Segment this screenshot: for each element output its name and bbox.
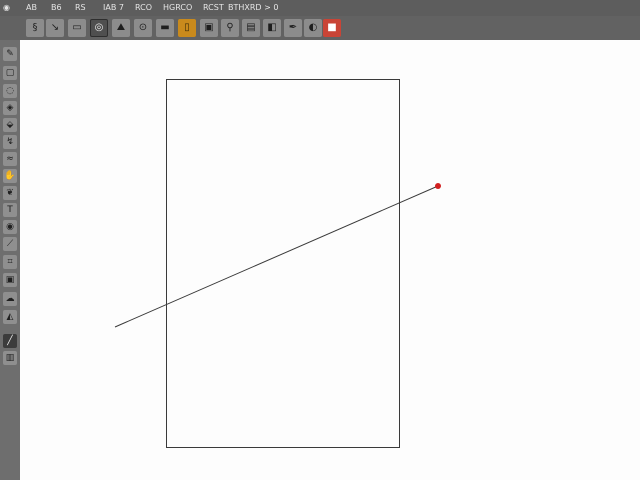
menu-bar: ◉ AB B6 RS IAB 7 RCO HGRCO RCST BTHXRD >…: [0, 0, 640, 16]
image-icon: ⛰: [116, 22, 126, 33]
circle-point-icon: ⊙: [138, 22, 148, 33]
square-select-button[interactable]: ▢: [3, 66, 17, 80]
drawing-canvas[interactable]: [20, 40, 640, 480]
hand-button[interactable]: ✋: [3, 169, 17, 183]
hand-icon: ✋: [4, 170, 16, 181]
pencil-button[interactable]: ✎: [3, 47, 17, 61]
square-select-icon: ▢: [5, 67, 15, 78]
spiral-icon: §: [32, 22, 38, 33]
drop-icon: ❦: [6, 187, 14, 198]
menu-item-7[interactable]: RCST: [203, 4, 224, 12]
spiral-button[interactable]: §: [26, 19, 44, 37]
crop-button[interactable]: ⌗: [3, 255, 17, 269]
frame-tool-icon: ▣: [5, 274, 15, 285]
page-icon: ▭: [72, 22, 82, 33]
node-icon: ◉: [6, 221, 14, 232]
line-button[interactable]: ▬: [156, 19, 174, 37]
cloud-icon: ☁: [5, 293, 15, 304]
frame-icon: ▯: [184, 22, 190, 33]
stop-button[interactable]: ■: [323, 19, 341, 37]
menu-item-3[interactable]: RS: [75, 4, 86, 12]
drawn-line[interactable]: [114, 185, 439, 328]
arrow-tool-button[interactable]: ↘: [46, 19, 64, 37]
arrow-tool-icon: ↘: [50, 22, 60, 33]
knife-icon: ⟋: [6, 238, 14, 249]
page-rectangle[interactable]: [166, 79, 400, 448]
frame-tool-button[interactable]: ▣: [3, 273, 17, 287]
capture-button[interactable]: ◐: [304, 19, 322, 37]
curve-icon: ↯: [6, 136, 14, 147]
line-tool-icon: ╱: [7, 335, 13, 346]
stack-icon: ◧: [267, 22, 277, 33]
frame-button[interactable]: ▯: [178, 19, 196, 37]
eraser-icon: ◈: [6, 102, 14, 113]
paper-icon: ▥: [5, 352, 15, 363]
pen-tool-button[interactable]: ✒: [284, 19, 302, 37]
menu-item-1[interactable]: AB: [26, 4, 37, 12]
pen-tool-icon: ✒: [288, 22, 298, 33]
drop-button[interactable]: ❦: [3, 186, 17, 200]
menu-item-5[interactable]: RCO: [135, 4, 152, 12]
link-button[interactable]: ⚲: [221, 19, 239, 37]
gradient-icon: ◭: [6, 311, 14, 322]
node-button[interactable]: ◉: [3, 220, 17, 234]
text-button[interactable]: T: [3, 203, 17, 217]
canvas-drawing: [114, 79, 441, 448]
menu-item-4[interactable]: IAB 7: [103, 4, 124, 12]
line-endpoint-handle[interactable]: [435, 183, 441, 189]
folder-icon: ▣: [204, 22, 214, 33]
stack-button[interactable]: ◧: [263, 19, 281, 37]
document-icon: ▤: [246, 22, 256, 33]
line-icon: ▬: [160, 22, 170, 33]
toolbar: § ↘ ▭ ◎ ⛰ ⊙ ▬ ▯ ▣ ⚲ ▤ ◧ ✒ ◐ ■: [0, 16, 640, 40]
target-button[interactable]: ◎: [90, 19, 108, 37]
bucket-button[interactable]: ⬙: [3, 118, 17, 132]
circle-point-button[interactable]: ⊙: [134, 19, 152, 37]
page-button[interactable]: ▭: [68, 19, 86, 37]
menu-item-8[interactable]: BTHXRD > 0: [228, 4, 278, 12]
curve-button[interactable]: ↯: [3, 135, 17, 149]
capture-icon: ◐: [308, 22, 318, 33]
image-button[interactable]: ⛰: [112, 19, 130, 37]
text-icon: T: [7, 204, 13, 215]
lasso-icon: ◌: [6, 85, 14, 96]
menu-item-2[interactable]: B6: [51, 4, 62, 12]
eraser-button[interactable]: ◈: [3, 101, 17, 115]
folder-button[interactable]: ▣: [200, 19, 218, 37]
app-menu-icon[interactable]: ◉: [3, 3, 10, 12]
target-icon: ◎: [94, 22, 104, 33]
tool-sidebar: ✎ ▢ ◌ ◈ ⬙ ↯ ≈ ✋ ❦ T ◉ ⟋ ⌗ ▣ ☁ ◭ ╱ ▥: [0, 40, 20, 480]
bucket-icon: ⬙: [6, 119, 14, 130]
paper-button[interactable]: ▥: [3, 351, 17, 365]
line-tool-button[interactable]: ╱: [3, 334, 17, 348]
document-button[interactable]: ▤: [242, 19, 260, 37]
pencil-icon: ✎: [6, 48, 14, 59]
gradient-button[interactable]: ◭: [3, 310, 17, 324]
cloud-button[interactable]: ☁: [3, 292, 17, 306]
crop-icon: ⌗: [7, 256, 13, 267]
brush-icon: ≈: [6, 153, 14, 164]
lasso-button[interactable]: ◌: [3, 84, 17, 98]
link-icon: ⚲: [226, 22, 234, 33]
stop-icon: ■: [327, 22, 337, 33]
menu-item-6[interactable]: HGRCO: [163, 4, 192, 12]
knife-button[interactable]: ⟋: [3, 237, 17, 251]
brush-button[interactable]: ≈: [3, 152, 17, 166]
